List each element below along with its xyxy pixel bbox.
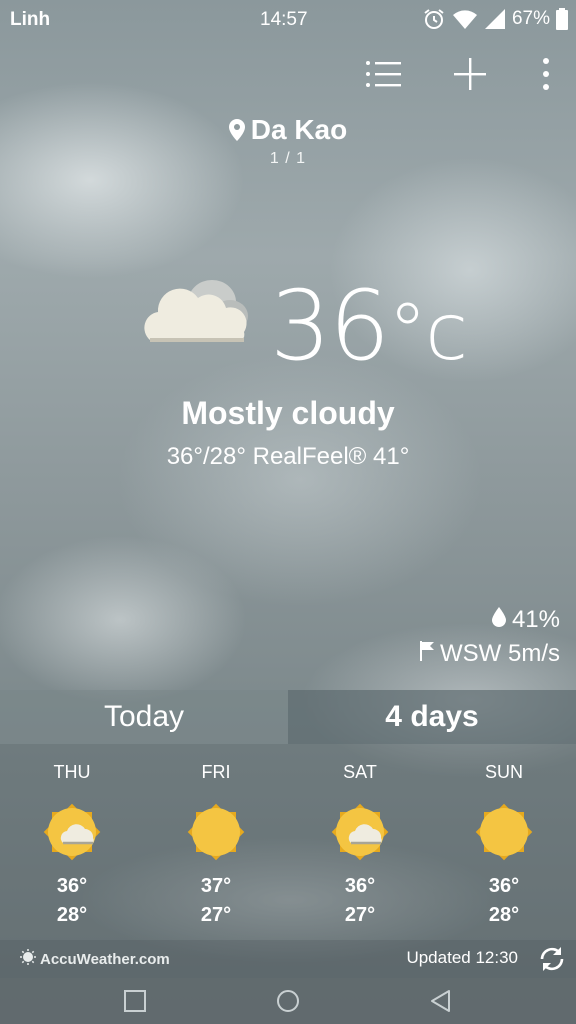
wind-value: WSW 5m/s <box>440 640 560 667</box>
humidity-value: 41% <box>511 606 560 633</box>
signal-icon <box>484 8 506 30</box>
mostly-cloudy-icon <box>142 272 252 352</box>
status-bar: Linh 14:57 67% <box>0 0 576 40</box>
carrier-name: Linh <box>10 9 51 30</box>
low-temp: 27° <box>344 904 376 926</box>
battery-percent: 67% <box>511 8 550 29</box>
list-icon[interactable] <box>364 54 404 94</box>
weather-condition: Mostly cloudy <box>181 395 395 431</box>
sun-cloud-icon <box>325 797 395 867</box>
top-toolbar <box>364 54 556 94</box>
high-temp: 36° <box>56 875 88 897</box>
more-icon[interactable] <box>536 54 556 94</box>
day-name: THU <box>53 762 91 782</box>
footer-bar: AccuWeather.com Updated 12:30 <box>0 940 576 978</box>
day-name: SUN <box>484 762 523 782</box>
low-temp: 28° <box>56 904 88 926</box>
add-icon[interactable] <box>450 54 490 94</box>
high-temp: 36° <box>488 875 520 897</box>
sun-icon <box>181 797 251 867</box>
recent-apps-icon[interactable] <box>118 986 152 1016</box>
day-name: SAT <box>343 762 377 782</box>
temperature-unit: °c <box>388 288 468 378</box>
tab-today[interactable]: Today <box>0 690 288 744</box>
sun-icon <box>469 797 539 867</box>
forecast-day-thu[interactable]: THU 36° 28° <box>0 762 144 927</box>
sun-cloud-icon <box>37 797 107 867</box>
location-title[interactable]: Da Kao <box>0 114 576 148</box>
forecast-day-sat[interactable]: SAT 36° 27° <box>288 762 432 927</box>
status-time: 14:57 <box>260 9 308 30</box>
low-temp: 28° <box>488 904 520 926</box>
high-temp: 36° <box>344 875 376 897</box>
page-indicator: 1 / 1 <box>269 150 307 167</box>
back-icon[interactable] <box>424 986 458 1016</box>
location-pin-icon <box>228 116 245 148</box>
current-temperature: 36°c <box>270 278 468 374</box>
forecast-day-fri[interactable]: FRI 37° 27° <box>144 762 288 927</box>
high-temp: 37° <box>200 875 232 897</box>
refresh-icon[interactable] <box>536 943 568 975</box>
accuweather-link[interactable]: AccuWeather.com <box>20 949 170 969</box>
accuweather-sun-icon <box>20 949 36 969</box>
battery-icon <box>556 8 568 30</box>
status-icons: 67% <box>422 7 568 31</box>
wind-readout: WSW 5m/s <box>420 640 560 668</box>
tab-4-days[interactable]: 4 days <box>288 690 576 744</box>
low-temp: 27° <box>200 904 232 926</box>
updated-time: Updated 12:30 <box>406 948 518 967</box>
temperature-value: 36 <box>270 270 390 382</box>
humidity-readout: 41% <box>491 606 560 634</box>
day-name: FRI <box>201 762 231 782</box>
four-day-forecast: THU 36° 28° FRI 37° 27° SAT 36° 27° SUN … <box>0 744 576 940</box>
water-drop-icon <box>491 606 506 634</box>
location-name: Da Kao <box>250 114 348 145</box>
provider-name: AccuWeather.com <box>40 950 170 968</box>
forecast-day-sun[interactable]: SUN 36° 28° <box>432 762 576 927</box>
system-navigation-bar <box>0 978 576 1024</box>
wind-flag-icon <box>420 640 434 668</box>
alarm-icon <box>422 7 446 31</box>
home-icon[interactable] <box>271 986 305 1016</box>
wifi-icon <box>452 8 478 30</box>
hilo-realfeel: 36°/28° RealFeel® 41° <box>166 443 410 470</box>
forecast-tabs: Today 4 days <box>0 690 576 744</box>
